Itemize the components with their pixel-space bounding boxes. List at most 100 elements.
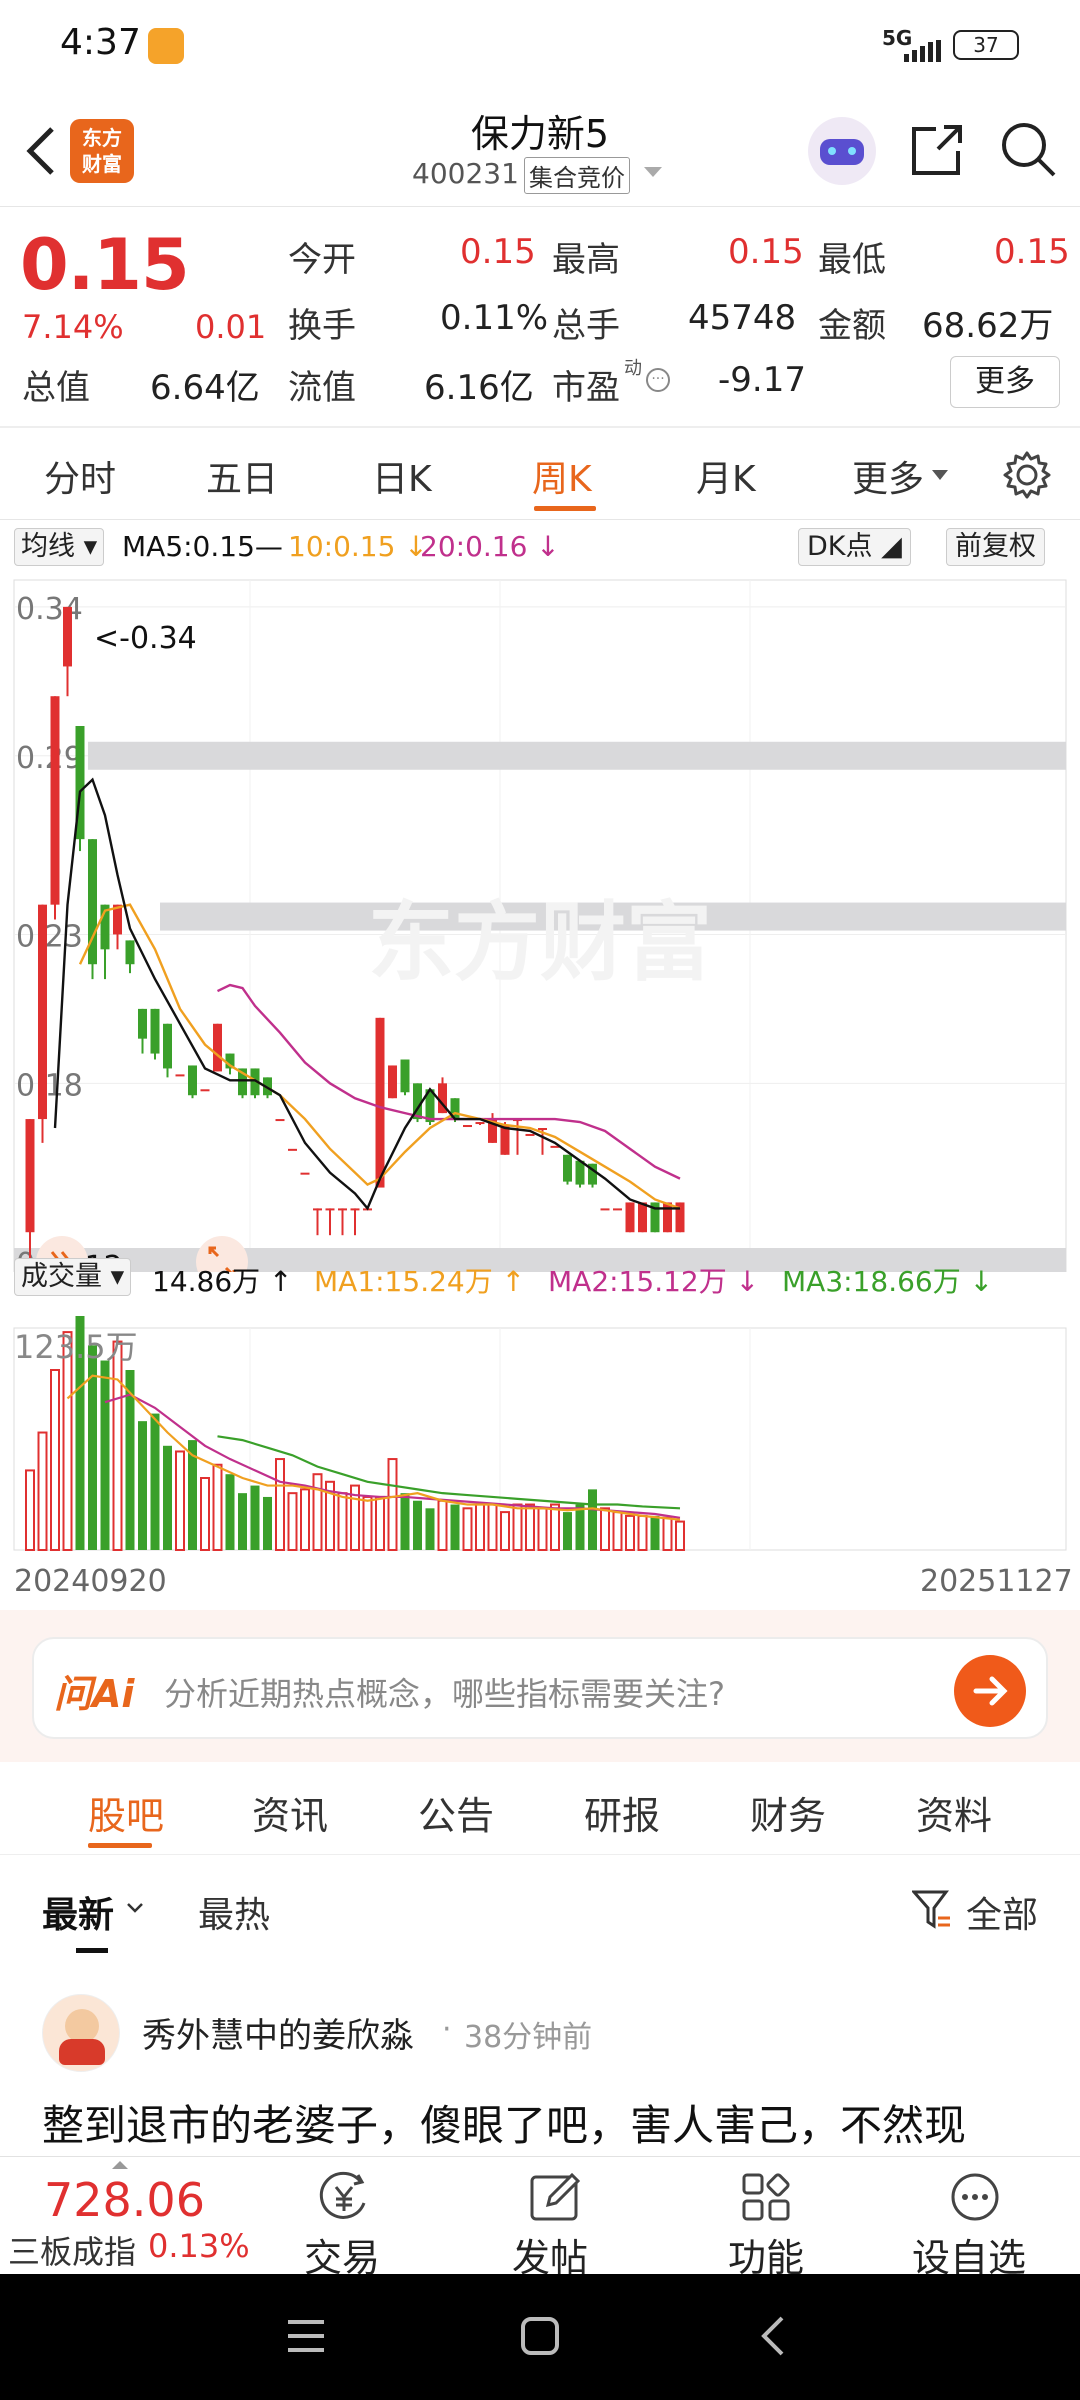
more-dropdown-icon[interactable] (932, 470, 948, 482)
index-up-arrow-icon (112, 2161, 128, 2169)
volume-label: 总手 (552, 306, 620, 346)
index-value[interactable]: 728.06 (44, 2173, 205, 2227)
functions-grid-icon[interactable] (740, 2171, 792, 2223)
open-label: 今开 (288, 240, 356, 280)
sort-latest[interactable]: 最新 (42, 1886, 114, 1938)
candle-body (350, 1208, 360, 1211)
stock-header: 东方财富 保力新5 400231 集合竞价 (0, 95, 1080, 207)
sort-chevron-icon[interactable] (126, 1902, 144, 1914)
tab-announcements[interactable]: 公告 (418, 1785, 494, 1840)
candle-body (300, 1172, 310, 1175)
more-dots-icon[interactable] (948, 2171, 1002, 2223)
app-notification-icon (148, 28, 184, 64)
dk-label: DK点 (807, 531, 873, 562)
market-cap-value: 6.64亿 (150, 368, 260, 408)
period-tabs: 分时 五日 日K 周K 月K 更多 (0, 428, 1080, 520)
volume-bar (425, 1508, 435, 1550)
author-avatar[interactable] (42, 1994, 120, 2072)
volume-latest: 14.86万 ↑ (152, 1265, 293, 1298)
stock-code: 400231 (412, 157, 519, 190)
dropdown-icon[interactable] (644, 167, 662, 179)
tab-profile[interactable]: 资料 (916, 1785, 992, 1840)
pe-label: 市盈 (552, 368, 620, 408)
volume-bar (450, 1504, 460, 1550)
candle-body (175, 1074, 185, 1077)
tab-finance[interactable]: 财务 (750, 1785, 826, 1840)
candle-body (213, 1023, 222, 1072)
auction-badge[interactable]: 集合竞价 (524, 157, 630, 194)
y-tick-label: 0.29 (16, 741, 83, 776)
tab-more[interactable]: 更多 (852, 450, 924, 502)
candle-body (163, 1023, 172, 1069)
volume-bar (650, 1515, 660, 1550)
post-text[interactable]: 整到退市的老婆子，傻眼了吧，害人害己，不然现 (42, 2092, 1052, 2153)
filter-icon[interactable] (912, 1888, 952, 1930)
candle-body (38, 904, 47, 1120)
candlestick-chart[interactable]: 东方财富0.340.290.230.180.12<-0.34<-0.12 (0, 572, 1080, 1272)
trade-yen-icon[interactable] (316, 2171, 372, 2223)
ma-select[interactable]: 均线 ▾ (14, 528, 105, 566)
float-cap-label: 流值 (288, 368, 356, 408)
ma10-legend: 10:0.15 ↓ (288, 530, 428, 563)
settings-gear-icon[interactable] (1002, 450, 1052, 500)
ai-send-button[interactable] (954, 1655, 1026, 1727)
volume-chart[interactable]: 123.5万 (0, 1306, 1080, 1556)
volume-bar (225, 1474, 235, 1550)
change-pct: 7.14% (22, 308, 124, 346)
candle-body (200, 1089, 210, 1092)
ai-logo: 问Ai (54, 1672, 135, 1716)
tab-forum[interactable]: 股吧 (88, 1785, 164, 1840)
forum-feed: 最新 最热 全部 秀外慧中的姜欣淼 · 38分钟前 整到退市的老婆子，傻眼了吧，… (0, 1856, 1080, 2156)
share-icon[interactable] (908, 121, 966, 179)
author-name[interactable]: 秀外慧中的姜欣淼 (142, 2008, 414, 2057)
recent-apps-icon[interactable] (286, 2318, 326, 2354)
forum-tab-indicator (88, 1843, 152, 1848)
candle-body (150, 1008, 160, 1054)
candle-body (50, 696, 60, 905)
low-value: 0.15 (994, 232, 1070, 272)
more-button[interactable]: 更多 (950, 356, 1060, 408)
system-nav-bar (0, 2274, 1080, 2400)
tab-five-day[interactable]: 五日 (206, 450, 278, 502)
vol-ma2-legend: MA2:15.12万 ↓ (548, 1265, 760, 1298)
volume-select[interactable]: 成交量 ▾ (14, 1258, 132, 1296)
filter-all[interactable]: 全部 (966, 1886, 1038, 1938)
clock: 4:37 (60, 22, 141, 63)
search-icon[interactable] (998, 119, 1060, 181)
open-value: 0.15 (460, 232, 536, 272)
home-icon[interactable] (520, 2316, 560, 2356)
arrow-right-icon (973, 1676, 1008, 1706)
status-bar: 4:37 5G 37 (0, 0, 1080, 95)
post-edit-icon[interactable] (528, 2171, 584, 2223)
volume-bar (413, 1500, 422, 1550)
ai-input-placeholder[interactable]: 分析近期热点概念，哪些指标需要关注? (164, 1669, 725, 1715)
tab-weekly-k[interactable]: 周K (532, 450, 592, 502)
float-cap-value: 6.16亿 (424, 368, 534, 408)
tab-research[interactable]: 研报 (584, 1785, 660, 1840)
pe-info-icon[interactable]: ··· (646, 368, 670, 392)
index-name[interactable]: 三板成指 (8, 2227, 136, 2273)
ai-ask-box[interactable]: 问Ai 分析近期热点概念，哪些指标需要关注? (32, 1637, 1048, 1739)
tab-news[interactable]: 资讯 (252, 1785, 328, 1840)
tab-intraday[interactable]: 分时 (44, 450, 116, 502)
y-tick-label: 0.23 (16, 919, 83, 954)
y-tick-label: 0.34 (16, 592, 83, 627)
volume-bar (263, 1496, 272, 1550)
adjust-select[interactable]: 前复权 (946, 528, 1045, 566)
amount-label: 金额 (818, 306, 886, 346)
volume-bar (100, 1360, 110, 1550)
volume-bar (238, 1493, 247, 1550)
pe-value: -9.17 (718, 360, 806, 400)
high-value: 0.15 (728, 232, 804, 272)
tab-daily-k[interactable]: 日K (372, 450, 432, 502)
back-nav-icon[interactable] (758, 2314, 788, 2358)
tab-monthly-k[interactable]: 月K (696, 450, 756, 502)
volume-bar (563, 1512, 572, 1550)
candle-body (388, 1065, 397, 1099)
change-abs: 0.01 (195, 308, 267, 346)
sort-hottest[interactable]: 最热 (198, 1886, 270, 1938)
dk-point-select[interactable]: DK点 ◢ (798, 528, 911, 566)
assistant-avatar[interactable] (808, 117, 876, 185)
ma5-legend: MA5:0.15— (122, 530, 283, 563)
candle-body (25, 1119, 35, 1233)
